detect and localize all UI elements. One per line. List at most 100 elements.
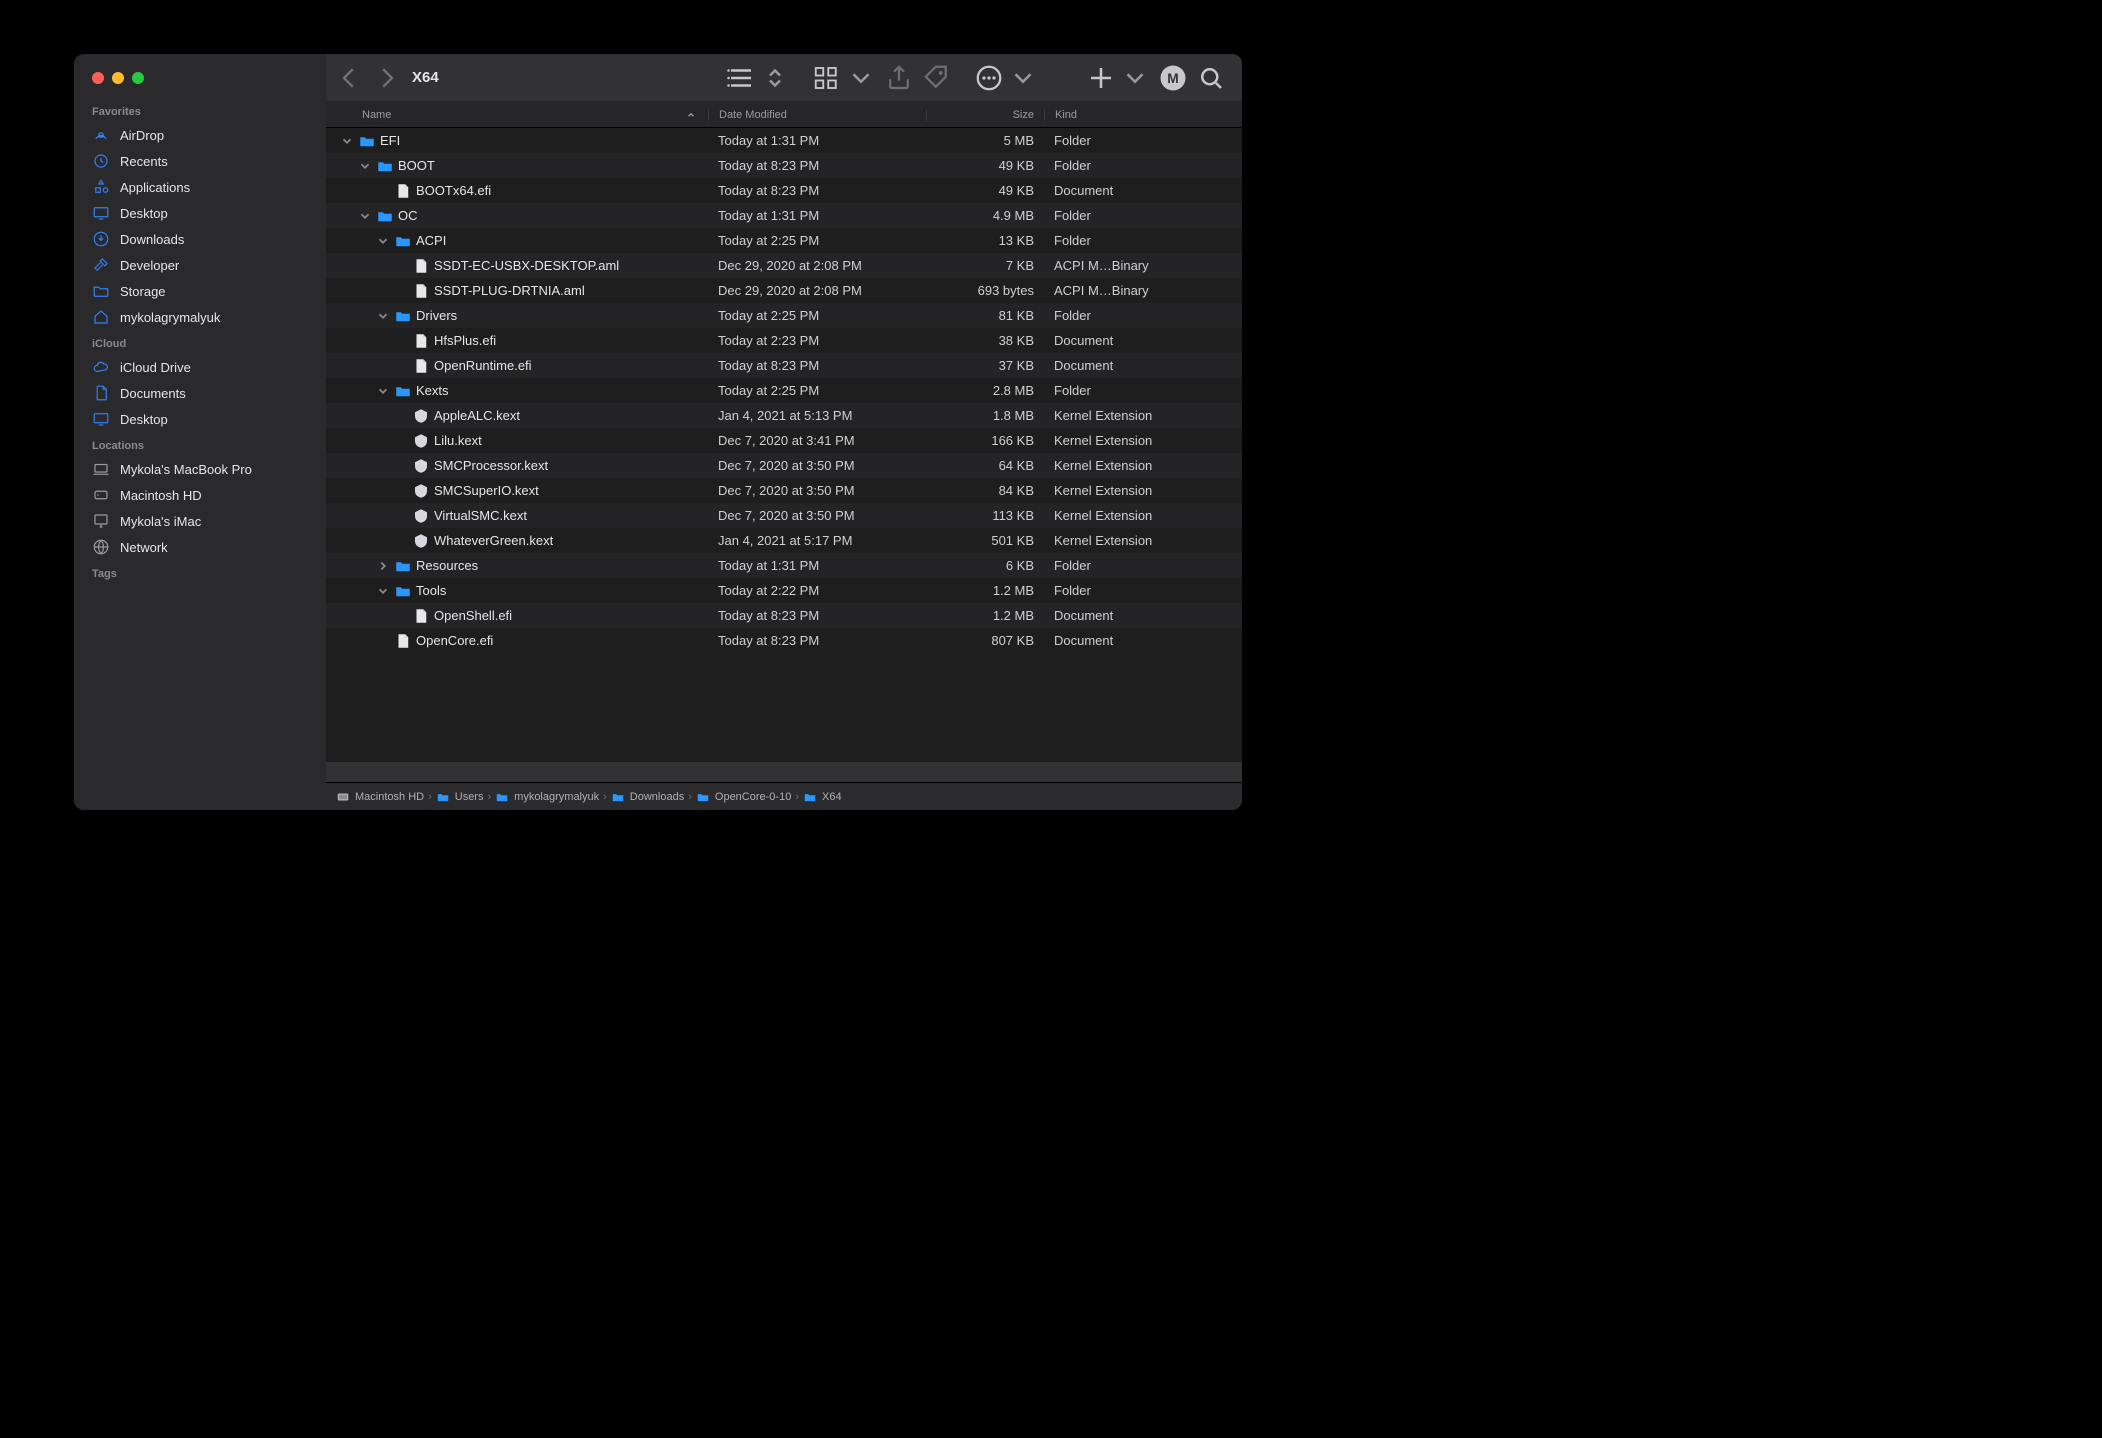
sidebar-item-label: Desktop [120,412,308,427]
file-date: Today at 1:31 PM [708,208,926,223]
file-row[interactable]: BOOTx64.efiToday at 8:23 PM49 KBDocument [326,178,1242,203]
chevron-down-icon [844,63,878,93]
file-kind: Kernel Extension [1044,408,1242,423]
file-name: BOOT [398,158,435,173]
sidebar-item[interactable]: Desktop [74,200,326,226]
file-row[interactable]: ResourcesToday at 1:31 PM6 KBFolder [326,553,1242,578]
file-row[interactable]: SSDT-EC-USBX-DESKTOP.amlDec 29, 2020 at … [326,253,1242,278]
search-button[interactable] [1194,63,1228,93]
disclosure-triangle-icon[interactable] [376,584,390,598]
disclosure-triangle-icon[interactable] [340,134,354,148]
close-button[interactable] [92,72,104,84]
sidebar-item-label: mykolagrymalyuk [120,310,308,325]
breadcrumb[interactable]: mykolagrymalyuk [495,790,599,804]
clock-icon [92,152,110,170]
file-row[interactable]: SMCProcessor.kextDec 7, 2020 at 3:50 PM6… [326,453,1242,478]
file-row[interactable]: OpenShell.efiToday at 8:23 PM1.2 MBDocum… [326,603,1242,628]
sort-caret-icon [686,110,696,120]
file-row[interactable]: EFIToday at 1:31 PM5 MBFolder [326,128,1242,153]
sidebar-item[interactable]: Storage [74,278,326,304]
file-date: Dec 29, 2020 at 2:08 PM [708,283,926,298]
folder-icon [358,132,376,150]
sidebar-item[interactable]: Documents [74,380,326,406]
file-size: 38 KB [926,333,1044,348]
sidebar-item[interactable]: Mykola's MacBook Pro [74,456,326,482]
view-mode-button[interactable] [724,63,792,93]
disclosure-triangle-icon[interactable] [358,159,372,173]
file-row[interactable]: VirtualSMC.kextDec 7, 2020 at 3:50 PM113… [326,503,1242,528]
sidebar-item[interactable]: Network [74,534,326,560]
folder-icon [92,282,110,300]
disclosure-triangle-icon[interactable] [376,234,390,248]
file-row[interactable]: ACPIToday at 2:25 PM13 KBFolder [326,228,1242,253]
globe-icon [92,538,110,556]
sidebar-item[interactable]: Applications [74,174,326,200]
cloud-icon [92,358,110,376]
file-kind: Document [1044,608,1242,623]
file-row[interactable]: AppleALC.kextJan 4, 2021 at 5:13 PM1.8 M… [326,403,1242,428]
sync-badge-icon[interactable]: M [1156,63,1190,93]
sidebar-item[interactable]: Recents [74,148,326,174]
breadcrumb[interactable]: Macintosh HD [336,790,424,804]
file-name: Drivers [416,308,457,323]
breadcrumb[interactable]: Users [436,790,484,804]
column-header-kind[interactable]: Kind [1044,109,1242,121]
file-row[interactable]: OpenRuntime.efiToday at 8:23 PM37 KBDocu… [326,353,1242,378]
folder-icon [696,790,710,804]
doc-icon [92,384,110,402]
nav-back-button[interactable] [332,63,366,93]
disclosure-triangle-icon[interactable] [376,384,390,398]
tag-button[interactable] [920,63,954,93]
sidebar-item-label: Recents [120,154,308,169]
new-button[interactable] [1084,63,1152,93]
breadcrumb-separator-icon: › [795,791,799,803]
file-kind: Folder [1044,208,1242,223]
minimize-button[interactable] [112,72,124,84]
file-row[interactable]: DriversToday at 2:25 PM81 KBFolder [326,303,1242,328]
disclosure-triangle-icon[interactable] [376,559,390,573]
file-name: SMCSuperIO.kext [434,483,539,498]
disclosure-triangle-icon[interactable] [376,309,390,323]
breadcrumb[interactable]: OpenCore-0-10 [696,790,791,804]
nav-forward-button[interactable] [370,63,404,93]
file-row[interactable]: SMCSuperIO.kextDec 7, 2020 at 3:50 PM84 … [326,478,1242,503]
file-row[interactable]: ToolsToday at 2:22 PM1.2 MBFolder [326,578,1242,603]
file-row[interactable]: KextsToday at 2:25 PM2.8 MBFolder [326,378,1242,403]
sidebar-item[interactable]: Developer [74,252,326,278]
sidebar-item[interactable]: iCloud Drive [74,354,326,380]
column-header-date[interactable]: Date Modified [708,109,926,121]
column-header-name[interactable]: Name [330,109,708,121]
file-row[interactable]: Lilu.kextDec 7, 2020 at 3:41 PM166 KBKer… [326,428,1242,453]
breadcrumb[interactable]: Downloads [611,790,684,804]
kext-icon [412,432,430,450]
share-button[interactable] [882,63,916,93]
sidebar-item[interactable]: Desktop [74,406,326,432]
disclosure-triangle-icon[interactable] [358,209,372,223]
file-row[interactable]: BOOTToday at 8:23 PM49 KBFolder [326,153,1242,178]
file-name: Kexts [416,383,449,398]
file-row[interactable]: HfsPlus.efiToday at 2:23 PM38 KBDocument [326,328,1242,353]
sidebar-item[interactable]: Macintosh HD [74,482,326,508]
file-kind: Document [1044,633,1242,648]
sidebar-item[interactable]: mykolagrymalyuk [74,304,326,330]
file-kind: Folder [1044,158,1242,173]
file-row[interactable]: WhateverGreen.kextJan 4, 2021 at 5:17 PM… [326,528,1242,553]
file-size: 113 KB [926,508,1044,523]
sidebar-item[interactable]: AirDrop [74,122,326,148]
file-row[interactable]: OCToday at 1:31 PM4.9 MBFolder [326,203,1242,228]
file-list[interactable]: EFIToday at 1:31 PM5 MBFolderBOOTToday a… [326,128,1242,762]
fullscreen-button[interactable] [132,72,144,84]
action-menu-button[interactable] [972,63,1040,93]
group-by-button[interactable] [810,63,878,93]
disclosure-triangle-icon [394,484,408,498]
document-icon [412,257,430,275]
folder-icon [394,232,412,250]
file-size: 37 KB [926,358,1044,373]
file-row[interactable]: OpenCore.efiToday at 8:23 PM807 KBDocume… [326,628,1242,653]
column-header-size[interactable]: Size [926,109,1044,121]
sidebar-item[interactable]: Downloads [74,226,326,252]
sidebar-item[interactable]: Mykola's iMac [74,508,326,534]
file-row[interactable]: SSDT-PLUG-DRTNIA.amlDec 29, 2020 at 2:08… [326,278,1242,303]
breadcrumb[interactable]: X64 [803,790,842,804]
file-size: 166 KB [926,433,1044,448]
